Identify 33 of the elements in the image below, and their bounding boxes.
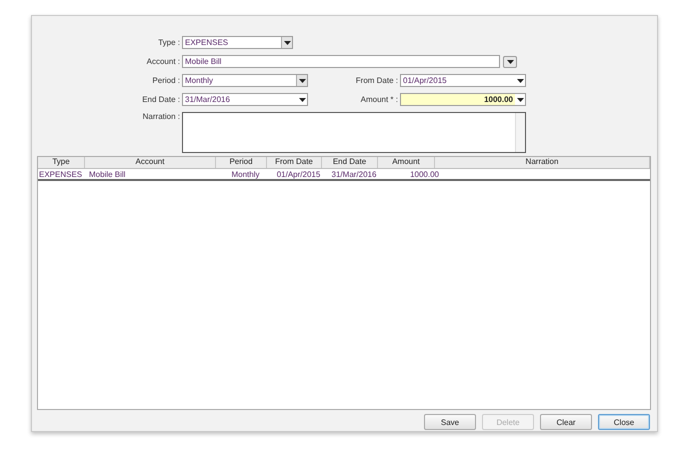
column-header[interactable]: Account bbox=[85, 157, 216, 168]
caret-icon bbox=[506, 60, 514, 64]
field-label: Narration : bbox=[142, 112, 180, 121]
column-header[interactable]: Narration bbox=[435, 157, 650, 168]
dropdown-field[interactable]: 01/Apr/2015 bbox=[400, 74, 526, 87]
field-label: Amount * : bbox=[360, 95, 398, 104]
dropdown-field[interactable]: 31/Mar/2016 bbox=[182, 93, 308, 106]
column-header[interactable]: End Date bbox=[322, 157, 378, 168]
field-label: Period : bbox=[151, 76, 180, 85]
narration-field[interactable] bbox=[182, 112, 526, 153]
action-button[interactable]: Close bbox=[598, 414, 650, 430]
field-label: Type : bbox=[157, 38, 180, 47]
scrollbar[interactable] bbox=[515, 113, 525, 152]
table-cell-text: 01/Apr/2015 bbox=[276, 170, 322, 178]
input-field[interactable]: Mobile Bill bbox=[182, 55, 500, 68]
column-header[interactable]: Type bbox=[38, 157, 85, 168]
column-header[interactable]: Amount bbox=[378, 157, 435, 168]
table-cell-text: Mobile Bill bbox=[88, 170, 126, 178]
action-button[interactable]: Clear bbox=[540, 414, 592, 430]
table-cell-text: 31/Mar/2016 bbox=[330, 170, 378, 178]
action-button[interactable]: Save bbox=[424, 414, 476, 430]
dropdown-button[interactable] bbox=[503, 56, 517, 68]
dropdown-field[interactable]: Monthly bbox=[182, 74, 308, 87]
table-cell-text: EXPENSES bbox=[38, 170, 84, 178]
field-label: From Date : bbox=[354, 76, 398, 85]
field-label: End Date : bbox=[141, 95, 180, 104]
column-header[interactable]: Period bbox=[216, 157, 267, 168]
dropdown-field[interactable]: 1000.00 bbox=[400, 93, 526, 106]
column-header[interactable]: From Date bbox=[267, 157, 322, 168]
table-cell-text: 1000.00 bbox=[409, 170, 439, 178]
dropdown-field[interactable]: EXPENSES bbox=[182, 36, 293, 49]
table-cell-text: Monthly bbox=[230, 170, 260, 178]
field-label: Account : bbox=[146, 57, 180, 66]
